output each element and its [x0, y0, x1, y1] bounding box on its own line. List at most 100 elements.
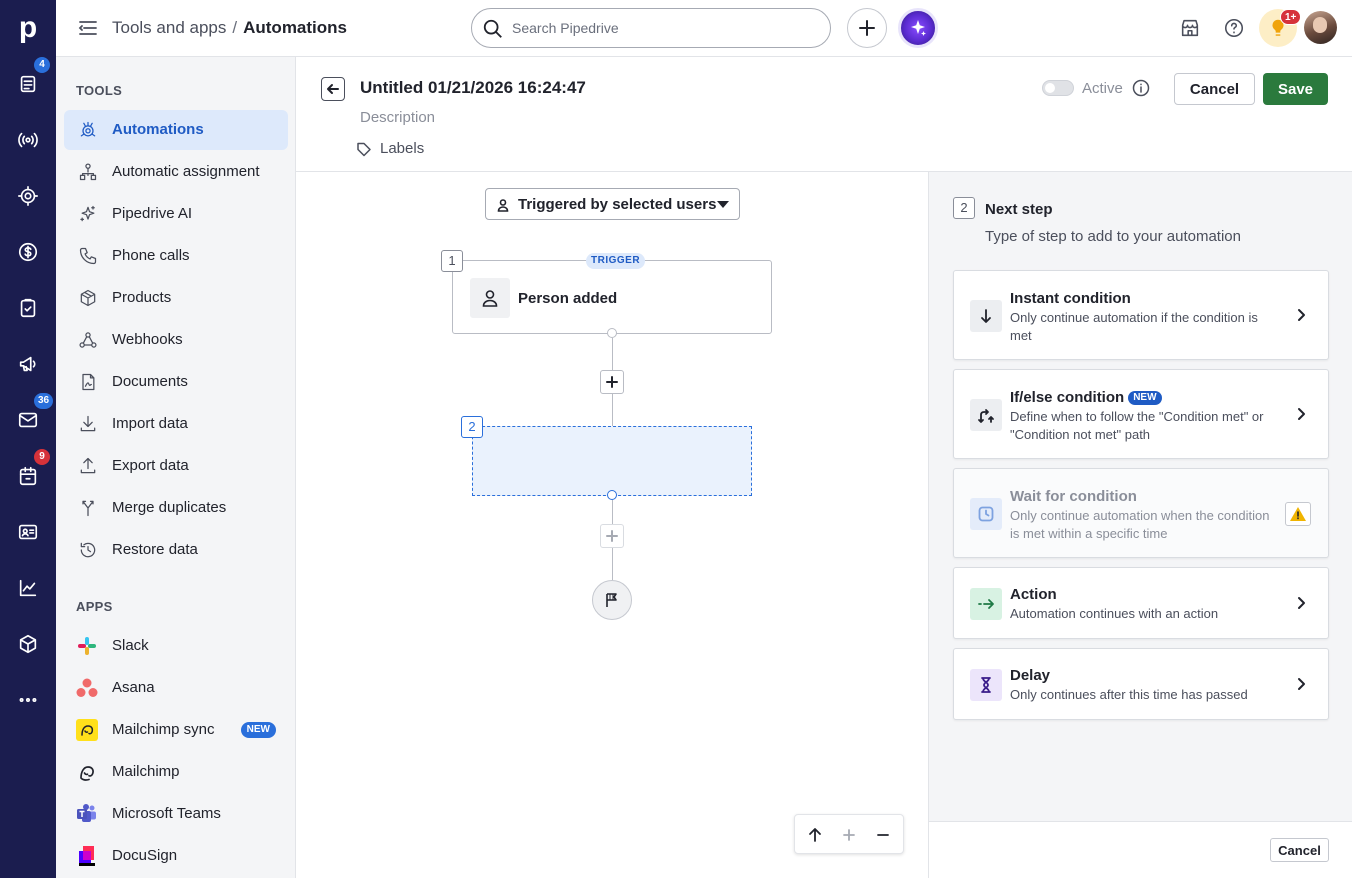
sidebar-item-label: Microsoft Teams — [112, 805, 221, 822]
help-icon[interactable] — [1222, 16, 1246, 40]
sidebar-item-label: Import data — [112, 415, 188, 432]
sidebar-item-label: Mailchimp sync — [112, 721, 215, 738]
placeholder-step-node[interactable] — [472, 426, 752, 496]
calendar-icon[interactable] — [14, 462, 42, 490]
sidebar-item-webhooks[interactable]: Webhooks — [64, 320, 288, 360]
save-button[interactable]: Save — [1263, 73, 1328, 105]
sidebar-item-phone-calls[interactable]: Phone calls — [64, 236, 288, 276]
tag-icon — [357, 142, 371, 156]
products-box-icon[interactable] — [14, 630, 42, 658]
sidebar-item-merge-duplicates[interactable]: Merge duplicates — [64, 488, 288, 528]
tasks-clipboard-icon[interactable] — [14, 294, 42, 322]
arrow-left-icon — [327, 84, 339, 94]
chevron-right-icon — [1294, 677, 1308, 691]
apps-section-title: APPS — [76, 599, 113, 614]
app-rail: p 4 36 9 — [0, 0, 56, 878]
webhook-icon — [76, 329, 100, 351]
labels-button[interactable]: Labels — [356, 140, 424, 157]
sidebar-item-import-data[interactable]: Import data — [64, 404, 288, 444]
trigger-dropdown-label: Triggered by selected users — [518, 196, 717, 213]
restore-icon — [76, 539, 100, 561]
person-icon — [496, 198, 510, 212]
plus-icon — [859, 20, 875, 36]
workflow-canvas[interactable]: Triggered by selected users Person added… — [296, 172, 928, 878]
cancel-button[interactable]: Cancel — [1174, 73, 1255, 105]
info-icon[interactable] — [1132, 79, 1150, 97]
connector-line — [612, 500, 613, 524]
fit-to-top-button[interactable] — [805, 825, 825, 845]
next-step-panel: 2 Next step Type of step to add to your … — [928, 172, 1352, 878]
new-badge: NEW — [1128, 391, 1162, 405]
quick-add-button[interactable] — [847, 8, 887, 48]
user-avatar[interactable] — [1304, 11, 1337, 44]
sidebar-item-automatic-assignment[interactable]: Automatic assignment — [64, 152, 288, 192]
sidebar-item-label: Merge duplicates — [112, 499, 227, 516]
option-description: Only continue automation if the conditio… — [1010, 310, 1258, 343]
sidebar-item-docusign[interactable]: DocuSign — [64, 836, 288, 876]
collapse-menu-icon[interactable] — [78, 18, 98, 38]
sidebar-item-mailchimp[interactable]: Mailchimp — [64, 752, 288, 792]
contacts-card-icon[interactable] — [14, 518, 42, 546]
branch-icon — [970, 399, 1002, 431]
download-icon — [76, 413, 100, 435]
marketplace-icon[interactable] — [1178, 16, 1202, 40]
plus-icon — [606, 530, 618, 542]
sidebar-item-export-data[interactable]: Export data — [64, 446, 288, 486]
mail-badge: 36 — [34, 393, 54, 409]
zoom-out-button[interactable] — [873, 825, 893, 845]
automation-title[interactable]: Untitled 01/21/2026 16:24:47 — [360, 78, 586, 98]
sidebar-item-microsoft-teams[interactable]: Microsoft Teams — [64, 794, 288, 834]
zoom-in-button[interactable] — [839, 825, 859, 845]
campaigns-megaphone-icon[interactable] — [14, 350, 42, 378]
sidebar-item-label: Webhooks — [112, 331, 183, 348]
step-number-badge: 2 — [953, 197, 975, 219]
broadcast-icon[interactable] — [14, 126, 42, 154]
sidebar-item-slack[interactable]: Slack — [64, 626, 288, 666]
breadcrumb-separator: / — [232, 18, 238, 37]
sidebar-item-automations[interactable]: Automations — [64, 110, 288, 150]
add-step-button[interactable] — [600, 370, 624, 394]
sidebar-item-products[interactable]: Products — [64, 278, 288, 318]
trigger-users-dropdown[interactable]: Triggered by selected users — [485, 188, 740, 220]
active-label: Active — [1082, 80, 1123, 97]
end-flag-node — [592, 580, 632, 620]
trigger-tag: TRIGGER — [586, 253, 646, 269]
option-title: Action — [1010, 586, 1057, 603]
target-icon[interactable] — [14, 182, 42, 210]
finish-flag-icon — [606, 593, 617, 607]
sidebar-item-pipedrive-ai[interactable]: Pipedrive AI — [64, 194, 288, 234]
sidebar-item-asana[interactable]: Asana — [64, 668, 288, 708]
phone-icon — [76, 245, 100, 267]
trigger-node[interactable]: Person added — [452, 260, 772, 334]
sidebar-item-mailchimp-sync[interactable]: Mailchimp sync NEW — [64, 710, 288, 750]
description-field[interactable]: Description — [360, 109, 435, 126]
chevron-right-icon — [1294, 407, 1308, 421]
option-wait-for-condition: Wait for condition Only continue automat… — [953, 468, 1329, 558]
mailchimp-icon — [76, 719, 98, 741]
sidebar-item-documents[interactable]: Documents — [64, 362, 288, 402]
warning-icon[interactable] — [1285, 502, 1311, 526]
insights-chart-icon[interactable] — [14, 574, 42, 602]
breadcrumb-tools-and-apps[interactable]: Tools and apps — [112, 18, 226, 37]
deals-dollar-icon[interactable] — [14, 238, 42, 266]
search-input[interactable] — [512, 18, 812, 38]
more-dots-icon[interactable] — [14, 686, 42, 714]
option-action[interactable]: Action Automation continues with an acti… — [953, 567, 1329, 639]
pipedrive-logo[interactable]: p — [14, 11, 42, 45]
panel-cancel-button[interactable]: Cancel — [1270, 838, 1329, 862]
leads-inbox-icon[interactable] — [14, 70, 42, 98]
active-toggle[interactable] — [1042, 80, 1074, 96]
option-title: Wait for condition — [1010, 488, 1137, 505]
option-instant-condition[interactable]: Instant condition Only continue automati… — [953, 270, 1329, 360]
arrow-down-icon — [970, 300, 1002, 332]
ai-assistant-button[interactable] — [898, 8, 938, 48]
back-button[interactable] — [321, 77, 345, 101]
option-if-else-condition[interactable]: If/else condition NEW Define when to foll… — [953, 369, 1329, 459]
option-delay[interactable]: Delay Only continues after this time has… — [953, 648, 1329, 720]
mail-icon[interactable] — [14, 406, 42, 434]
step-number-badge: 2 — [461, 416, 483, 438]
caret-down-icon — [717, 201, 729, 208]
sidebar-item-restore-data[interactable]: Restore data — [64, 530, 288, 570]
option-description: Automation continues with an action — [1010, 606, 1219, 621]
search-box[interactable] — [471, 8, 831, 48]
